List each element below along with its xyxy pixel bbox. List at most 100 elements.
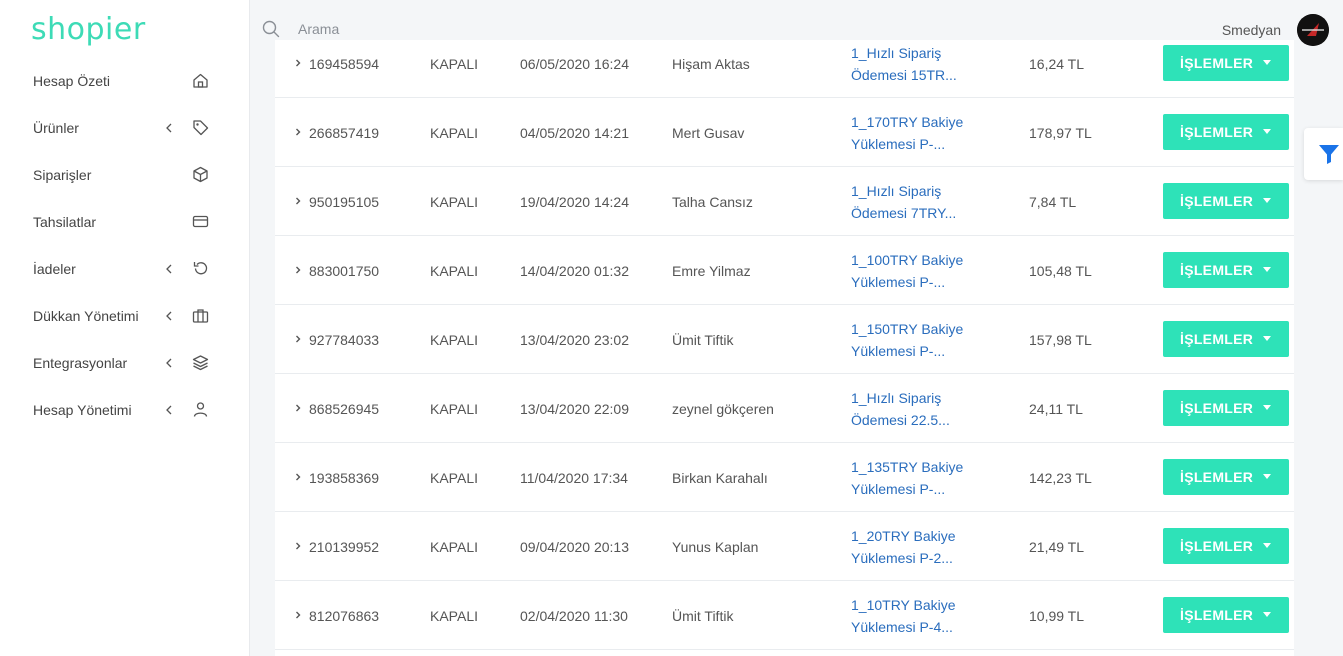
table-row[interactable]: 927784033 KAPALI 13/04/2020 23:02 Ümit Tift… [275,305,1294,374]
order-amount: 142,23 TL [1029,470,1092,486]
actions-button-label: İŞLEMLER [1180,331,1254,347]
sidebar-nav: Hesap Özeti Ürünler Siparişler Tahsilatlar İ… [0,57,249,433]
product-link-line: Ödemesi 22.5... [851,412,950,428]
chevron-left-icon[interactable] [164,311,174,321]
chevron-left-icon[interactable] [164,123,174,133]
username[interactable]: Smedyan [1222,22,1281,38]
actions-button-label: İŞLEMLER [1180,607,1254,623]
sidebar-item-tahsilatlar[interactable]: Tahsilatlar [0,198,249,245]
sidebar-item-hesap-yonetimi[interactable]: Hesap Yönetimi [0,386,249,433]
chevron-left-icon[interactable] [164,405,174,415]
order-id[interactable]: 266857419 [309,125,379,141]
order-date: 14/04/2020 01:32 [520,263,629,279]
product-link-line: 1_Hızlı Sipariş [851,390,942,406]
actions-dropdown-button[interactable]: İŞLEMLER [1163,252,1289,288]
caret-down-icon [1263,474,1271,479]
chevron-right-icon[interactable] [294,335,302,343]
sidebar-item-label: Ürünler [33,119,79,136]
chevron-right-icon[interactable] [294,266,302,274]
caret-down-icon [1263,543,1271,548]
order-id[interactable]: 169458594 [309,56,379,72]
actions-dropdown-button[interactable]: İŞLEMLER [1163,390,1289,426]
order-date: 11/04/2020 17:34 [520,470,628,486]
product-link[interactable]: 1_170TRY Bakiye Yüklemesi P-... [851,111,981,155]
orders-table: 169458594 KAPALI 06/05/2020 16:24 Hişam Akt… [275,40,1294,656]
order-status: KAPALI [430,608,478,624]
sidebar-item-urunler[interactable]: Ürünler [0,104,249,151]
actions-dropdown-button[interactable]: İŞLEMLER [1163,183,1289,219]
tag-icon [193,120,209,136]
table-row[interactable]: 193858369 KAPALI 11/04/2020 17:34 Birkan Ka… [275,443,1294,512]
filter-button[interactable] [1304,128,1343,180]
credit-card-icon [192,215,209,228]
order-id[interactable]: 868526945 [309,401,379,417]
product-link[interactable]: 1_Hızlı Sipariş Ödemesi 7TRY... [851,180,981,224]
chevron-right-icon[interactable] [294,197,302,205]
chevron-right-icon[interactable] [294,542,302,550]
order-date: 04/05/2020 14:21 [520,125,629,141]
actions-dropdown-button[interactable]: İŞLEMLER [1163,45,1289,81]
chevron-right-icon[interactable] [294,611,302,619]
product-link[interactable]: 1_100TRY Bakiye Yüklemesi P-... [851,249,981,293]
table-row[interactable]: 883001750 KAPALI 14/04/2020 01:32 Emre Yilm… [275,236,1294,305]
search-icon[interactable] [262,20,280,38]
actions-dropdown-button[interactable]: İŞLEMLER [1163,459,1289,495]
actions-dropdown-button[interactable]: İŞLEMLER [1163,321,1289,357]
actions-dropdown-button[interactable]: İŞLEMLER [1163,597,1289,633]
chevron-right-icon[interactable] [294,128,302,136]
chevron-right-icon[interactable] [294,404,302,412]
table-row[interactable]: 812076863 KAPALI 02/04/2020 11:30 Ümit Tift… [275,581,1294,650]
product-link-line: Yüklemesi P-... [851,274,946,290]
sidebar-item-iadeler[interactable]: İadeler [0,245,249,292]
product-link[interactable]: 1_Hızlı Sipariş Ödemesi 15TR... [851,42,981,86]
table-row[interactable]: 210139952 KAPALI 09/04/2020 20:13 Yunus Kap… [275,512,1294,581]
sidebar-item-entegrasyonlar[interactable]: Entegrasyonlar [0,339,249,386]
customer-name: Yunus Kaplan [672,539,759,555]
table-row[interactable]: 950195105 KAPALI 19/04/2020 14:24 Talha Can… [275,167,1294,236]
caret-down-icon [1263,405,1271,410]
table-row[interactable]: 868526945 KAPALI 13/04/2020 22:09 zeynel gö… [275,374,1294,443]
avatar[interactable] [1297,14,1329,46]
chevron-right-icon[interactable] [294,473,302,481]
actions-button-label: İŞLEMLER [1180,400,1254,416]
product-link-line: 1_10TRY Bakiye [851,597,956,613]
product-link-line: 1_150TRY Bakiye [851,321,964,337]
order-status: KAPALI [430,401,478,417]
product-link[interactable]: 1_135TRY Bakiye Yüklemesi P-... [851,456,981,500]
actions-dropdown-button[interactable]: İŞLEMLER [1163,528,1289,564]
product-link[interactable]: 1_20TRY Bakiye Yüklemesi P-2... [851,525,981,569]
actions-button-label: İŞLEMLER [1180,193,1254,209]
product-link[interactable]: 1_10TRY Bakiye Yüklemesi P-4... [851,594,981,638]
order-id[interactable]: 883001750 [309,263,379,279]
caret-down-icon [1263,336,1271,341]
sidebar-item-label: Hesap Özeti [33,72,111,89]
product-link-line: 1_170TRY Bakiye [851,114,964,130]
sidebar-item-label: Tahsilatlar [33,213,97,230]
search-input[interactable] [298,17,598,41]
sidebar-item-dukkan-yonetimi[interactable]: Dükkan Yönetimi [0,292,249,339]
customer-name: Ümit Tiftik [672,608,734,624]
sidebar-item-label: Dükkan Yönetimi [33,307,139,324]
shopier-logo[interactable]: shopier [31,12,146,47]
order-id[interactable]: 950195105 [309,194,379,210]
order-id[interactable]: 812076863 [309,608,379,624]
chevron-right-icon[interactable] [294,59,302,67]
actions-button-label: İŞLEMLER [1180,124,1254,140]
product-link[interactable]: 1_150TRY Bakiye Yüklemesi P-... [851,318,981,362]
order-id[interactable]: 927784033 [309,332,379,348]
sidebar-item-siparisler[interactable]: Siparişler [0,151,249,198]
product-link-line: 1_100TRY Bakiye [851,252,964,268]
order-id[interactable]: 193858369 [309,470,379,486]
table-row[interactable]: 266857419 KAPALI 04/05/2020 14:21 Mert Gusa… [275,98,1294,167]
table-row[interactable]: 169458594 KAPALI 06/05/2020 16:24 Hişam Akt… [275,40,1294,98]
order-status: KAPALI [430,263,478,279]
product-link-line: Yüklemesi P-4... [851,619,953,635]
chevron-left-icon[interactable] [164,264,174,274]
actions-dropdown-button[interactable]: İŞLEMLER [1163,114,1289,150]
sidebar-item-hesap-ozeti[interactable]: Hesap Özeti [0,57,249,104]
chevron-left-icon[interactable] [164,358,174,368]
caret-down-icon [1263,198,1271,203]
order-id[interactable]: 210139952 [309,539,379,555]
product-link[interactable]: 1_Hızlı Sipariş Ödemesi 22.5... [851,387,981,431]
order-amount: 21,49 TL [1029,539,1085,555]
